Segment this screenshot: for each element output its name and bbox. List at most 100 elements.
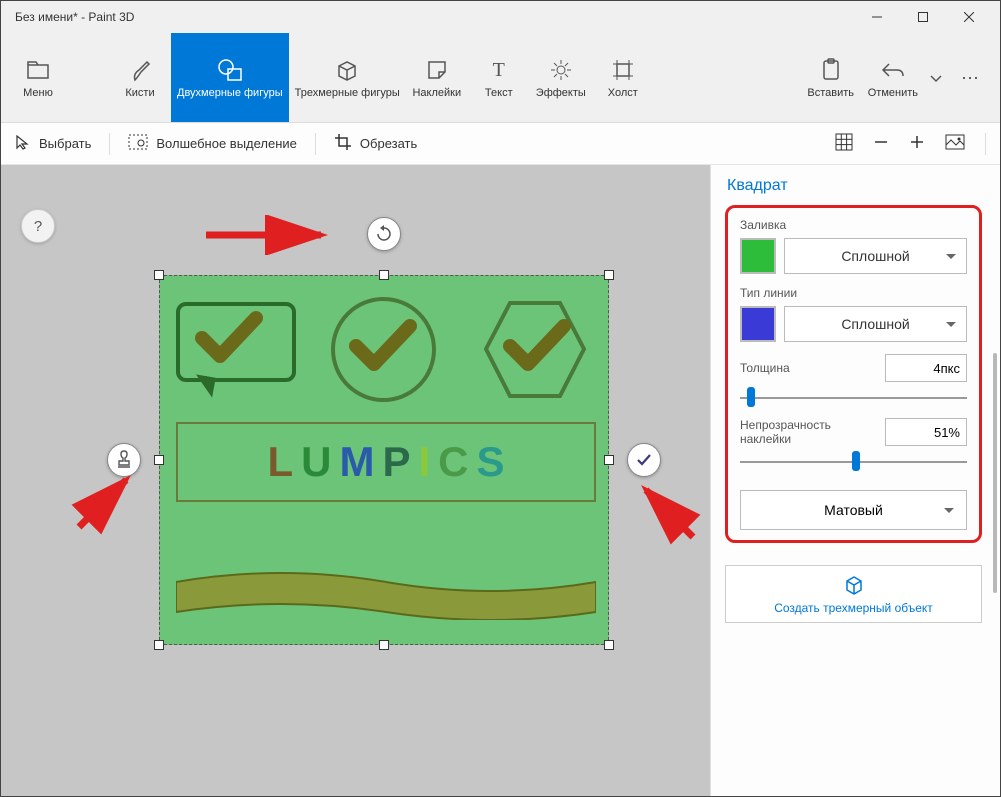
zoom-in-button[interactable] (909, 134, 925, 153)
text-letter: I (418, 438, 430, 486)
line-mode-value: Сплошной (841, 316, 909, 332)
magic-select-icon (128, 134, 148, 153)
line-color-swatch[interactable] (740, 306, 776, 342)
more-button[interactable]: ⋯ (948, 33, 994, 122)
opacity-label: Непрозрачность наклейки (740, 418, 877, 446)
undo-icon (881, 57, 905, 83)
thickness-slider[interactable] (740, 388, 967, 406)
chevron-down-icon (930, 66, 942, 92)
fill-color-swatch[interactable] (740, 238, 776, 274)
close-button[interactable] (946, 1, 992, 33)
slider-track (740, 397, 967, 399)
selected-shape[interactable]: LUMPICS (159, 275, 609, 645)
line-mode-dropdown[interactable]: Сплошной (784, 306, 967, 342)
opacity-slider[interactable] (740, 452, 967, 470)
square-shape[interactable]: LUMPICS (159, 275, 609, 645)
thickness-label: Толщина (740, 361, 877, 375)
text-letter: U (301, 438, 331, 486)
material-dropdown[interactable]: Матовый (740, 490, 967, 530)
text-label: Текст (485, 87, 513, 100)
3d-shapes-label: Трехмерные фигуры (295, 87, 400, 100)
cube-icon (843, 574, 865, 599)
resize-handle[interactable] (154, 455, 164, 465)
stickers-tab[interactable]: Наклейки (406, 33, 468, 122)
scrollbar[interactable] (993, 353, 997, 593)
check-icon (634, 450, 654, 470)
magic-select-tool[interactable]: Волшебное выделение (128, 134, 297, 153)
text-letter: C (438, 438, 468, 486)
make-3d-label: Создать трехмерный объект (774, 601, 933, 615)
effects-label: Эффекты (536, 87, 586, 100)
toolbar: Выбрать Волшебное выделение Обрезать (1, 123, 1000, 165)
slider-thumb[interactable] (852, 451, 860, 471)
fill-mode-value: Сплошной (841, 248, 909, 264)
effects-icon (549, 57, 573, 83)
text-box: LUMPICS (176, 422, 596, 502)
maximize-button[interactable] (900, 1, 946, 33)
canvas-tab[interactable]: Холст (592, 33, 654, 122)
brushes-label: Кисти (125, 87, 154, 100)
history-dropdown[interactable] (924, 33, 948, 122)
text-letter: P (382, 438, 410, 486)
resize-handle[interactable] (604, 640, 614, 650)
rotate-button[interactable] (367, 217, 401, 251)
stamp-icon (114, 450, 134, 470)
canvas-icon (611, 57, 635, 83)
undo-label: Отменить (868, 87, 918, 100)
stamp-button[interactable] (107, 443, 141, 477)
checkmark-icon (194, 310, 264, 370)
resize-handle[interactable] (154, 640, 164, 650)
paste-icon (820, 57, 842, 83)
thickness-input[interactable] (885, 354, 967, 382)
view-3d-toggle[interactable] (945, 134, 965, 153)
effects-tab[interactable]: Эффекты (530, 33, 592, 122)
fill-section: Заливка Сплошной (740, 218, 967, 274)
paste-button[interactable]: Вставить (800, 33, 862, 122)
opacity-input[interactable] (885, 418, 967, 446)
properties-panel: Квадрат Заливка Сплошной Тип линии Сплош… (710, 165, 1000, 796)
checkmark-icon (348, 318, 418, 378)
select-tool[interactable]: Выбрать (15, 134, 91, 153)
fill-label: Заливка (740, 218, 967, 232)
zoom-out-button[interactable] (873, 134, 889, 153)
text-letter: L (267, 438, 293, 486)
select-label: Выбрать (39, 136, 91, 151)
make-3d-button[interactable]: Создать трехмерный объект (725, 565, 982, 623)
undo-button[interactable]: Отменить (862, 33, 924, 122)
sticker-icon (425, 57, 449, 83)
slider-thumb[interactable] (747, 387, 755, 407)
main-area: ? LUMPICS (1, 165, 1000, 796)
resize-handle[interactable] (379, 640, 389, 650)
3d-shapes-tab[interactable]: Трехмерные фигуры (289, 33, 406, 122)
wave-shape (176, 570, 596, 620)
thickness-section: Толщина (740, 354, 967, 406)
divider (985, 133, 986, 155)
canvas-viewport[interactable]: ? LUMPICS (1, 165, 710, 796)
resize-handle[interactable] (604, 455, 614, 465)
resize-handle[interactable] (604, 270, 614, 280)
resize-handle[interactable] (379, 270, 389, 280)
stickers-label: Наклейки (412, 87, 461, 100)
2d-shapes-tab[interactable]: Двухмерные фигуры (171, 33, 289, 122)
menu-button[interactable]: Меню (7, 33, 69, 122)
text-tab[interactable]: T Текст (468, 33, 530, 122)
annotation-arrow (631, 475, 701, 545)
window-controls (854, 1, 992, 33)
panel-title: Квадрат (725, 177, 1000, 205)
crop-label: Обрезать (360, 136, 417, 151)
canvas-label: Холст (608, 87, 638, 100)
fill-mode-dropdown[interactable]: Сплошной (784, 238, 967, 274)
grid-toggle[interactable] (835, 133, 853, 154)
line-label: Тип линии (740, 286, 967, 300)
help-button[interactable]: ? (21, 209, 55, 243)
minimize-button[interactable] (854, 1, 900, 33)
crop-tool[interactable]: Обрезать (334, 133, 417, 154)
text-icon: T (493, 57, 505, 83)
brushes-tab[interactable]: Кисти (109, 33, 171, 122)
commit-button[interactable] (627, 443, 661, 477)
resize-handle[interactable] (154, 270, 164, 280)
shapes-3d-icon (335, 57, 359, 83)
crop-icon (334, 133, 352, 154)
window-title: Без имени* - Paint 3D (15, 10, 854, 24)
question-icon: ? (34, 218, 42, 235)
